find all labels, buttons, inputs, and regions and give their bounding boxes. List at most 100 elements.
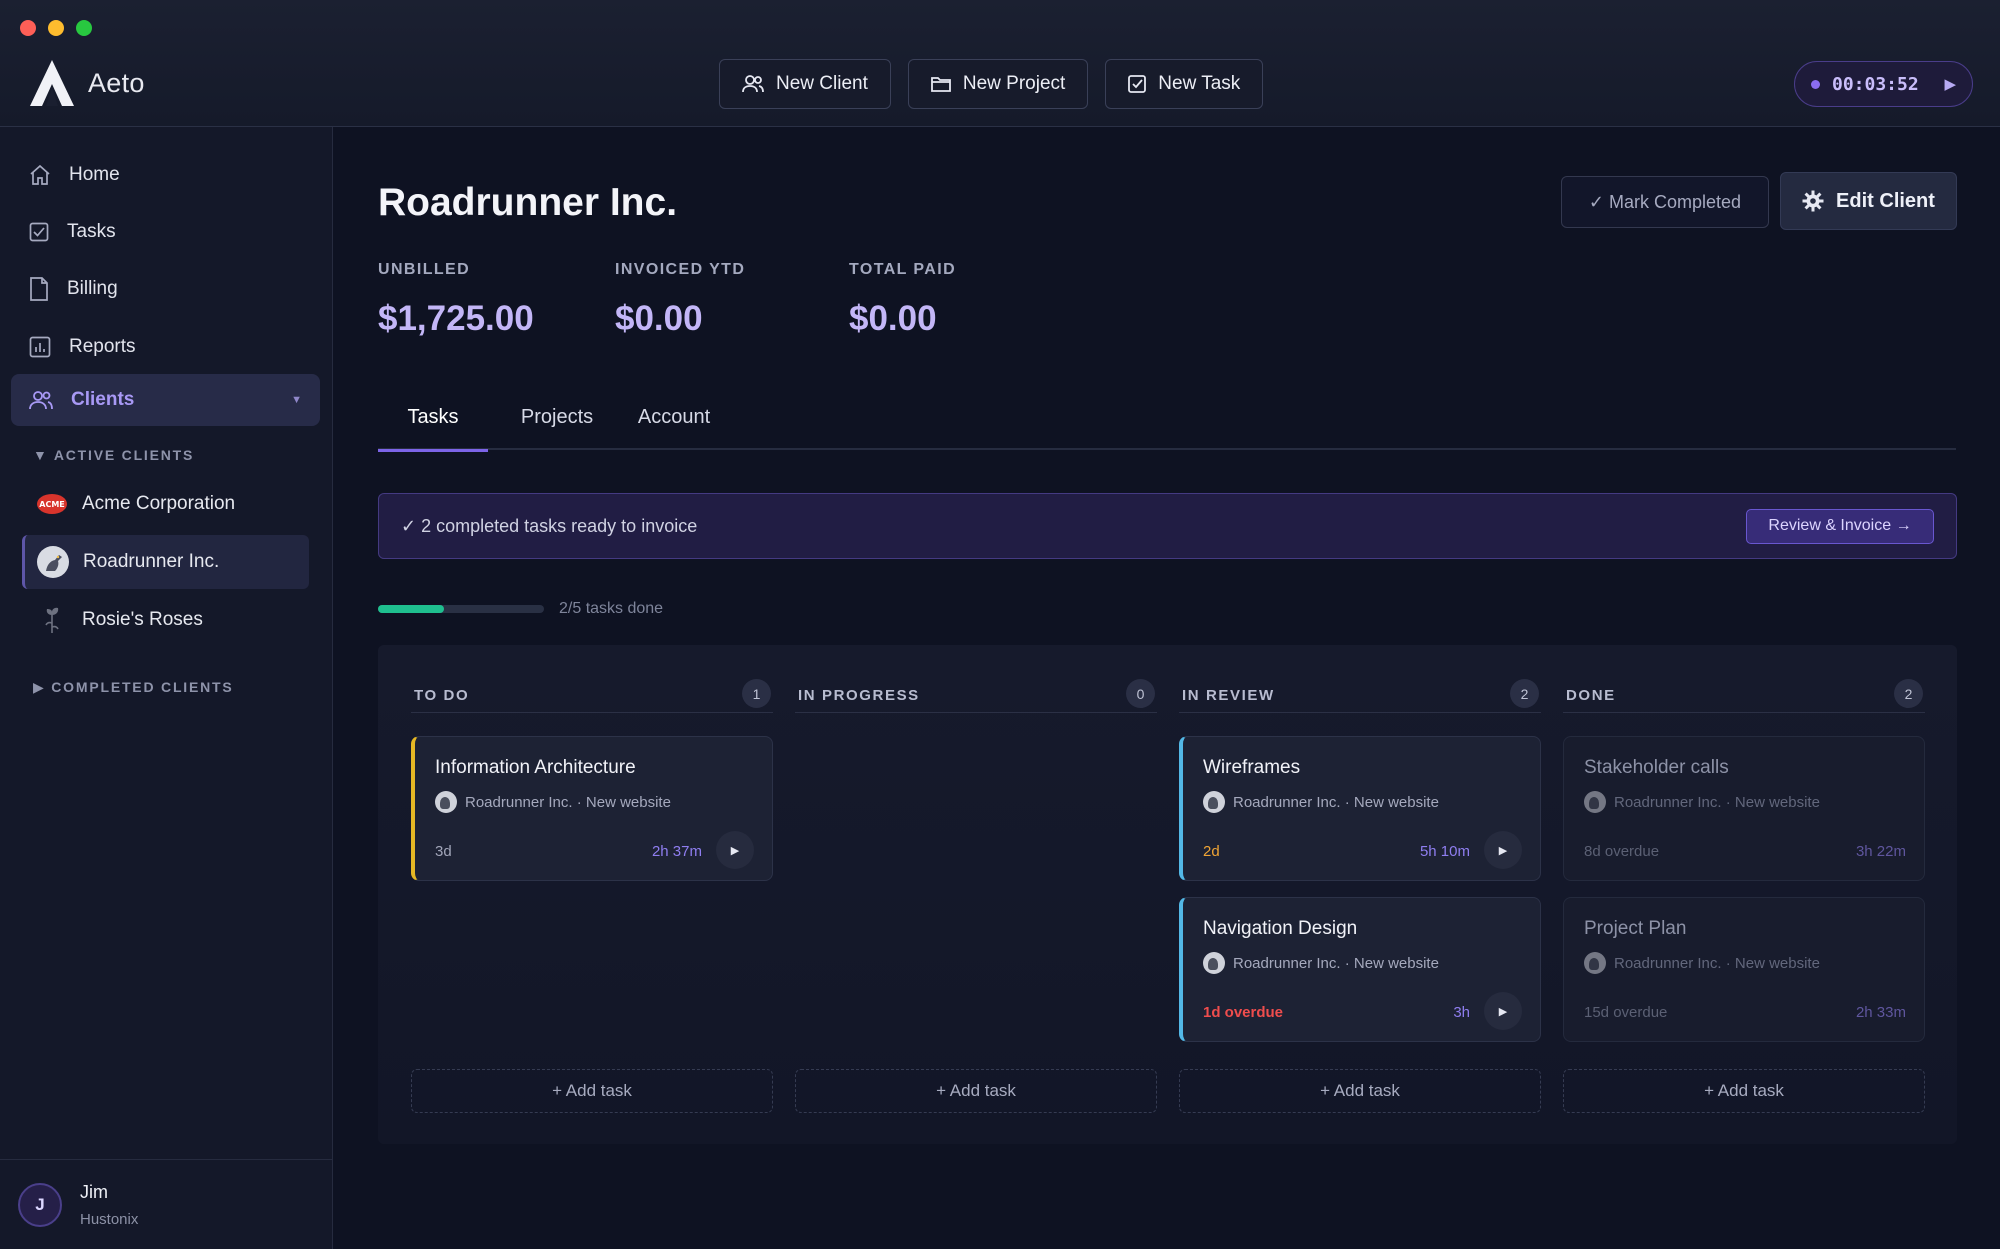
mark-completed-button[interactable]: ✓ Mark Completed bbox=[1561, 176, 1769, 228]
stat-label: INVOICED YTD bbox=[615, 261, 746, 278]
sidebar-item-reports[interactable]: Reports bbox=[11, 321, 320, 373]
task-client-project: Roadrunner Inc. · New website bbox=[1233, 954, 1439, 972]
task-time: 5h 10m bbox=[1419, 843, 1470, 860]
task-time: 3h 22m bbox=[1855, 843, 1906, 860]
chevron-down-icon[interactable]: ▼ bbox=[291, 394, 302, 406]
invoice-banner: ✓ 2 completed tasks ready to invoice Rev… bbox=[378, 493, 1957, 559]
column-title: IN REVIEW bbox=[1182, 687, 1275, 704]
task-title: Wireframes bbox=[1203, 757, 1301, 778]
avatar: J bbox=[18, 1182, 62, 1227]
start-timer-button[interactable]: ▶ bbox=[1484, 831, 1522, 869]
stat-value: $0.00 bbox=[615, 299, 703, 338]
column-header: IN PROGRESS 0 bbox=[795, 673, 1157, 713]
chevron-down-icon: ▼ bbox=[33, 447, 54, 463]
task-time: 2h 37m bbox=[651, 843, 702, 860]
start-timer-button[interactable]: ▶ bbox=[1484, 992, 1522, 1030]
maximize-window-button[interactable] bbox=[76, 20, 92, 36]
new-task-button[interactable]: New Task bbox=[1105, 59, 1264, 109]
column-title: IN PROGRESS bbox=[798, 687, 920, 704]
user-name: Jim bbox=[80, 1181, 108, 1202]
edit-client-label: Edit Client bbox=[1836, 189, 1935, 212]
client-item-acme[interactable]: ACME Acme Corporation bbox=[22, 477, 309, 531]
task-card[interactable]: Navigation Design Roadrunner Inc. · New … bbox=[1179, 897, 1541, 1042]
column-header: IN REVIEW 2 bbox=[1179, 673, 1541, 713]
sidebar-item-label: Reports bbox=[69, 336, 136, 357]
sidebar-item-label: Billing bbox=[67, 278, 118, 299]
task-meta: Roadrunner Inc. · New website bbox=[1203, 952, 1439, 974]
review-invoice-button[interactable]: Review & Invoice → bbox=[1746, 508, 1934, 544]
sidebar-item-billing[interactable]: Billing bbox=[11, 263, 320, 315]
column-count-badge: 2 bbox=[1894, 679, 1923, 708]
users-icon bbox=[29, 391, 53, 410]
column-title: DONE bbox=[1566, 687, 1616, 704]
new-task-label: New Task bbox=[1158, 73, 1241, 94]
task-due: 3d bbox=[435, 843, 452, 860]
add-task-button[interactable]: + Add task bbox=[1563, 1069, 1925, 1113]
column-count-badge: 1 bbox=[742, 679, 771, 708]
aeto-logo-icon bbox=[30, 60, 74, 106]
new-client-button[interactable]: New Client bbox=[719, 59, 891, 109]
page-title: Roadrunner Inc. bbox=[378, 181, 678, 224]
kanban-board: TO DO 1 Information Architecture Roadrun… bbox=[378, 645, 1957, 1144]
sidebar-item-clients[interactable]: Clients ▼ bbox=[11, 374, 320, 426]
folder-icon bbox=[930, 77, 951, 92]
sidebar-item-home[interactable]: Home bbox=[11, 149, 320, 201]
client-item-roadrunner[interactable]: Roadrunner Inc. bbox=[22, 535, 309, 589]
column-in-progress: IN PROGRESS 0 + Add task bbox=[795, 645, 1157, 1144]
new-project-label: New Project bbox=[962, 73, 1066, 94]
banner-text: ✓ 2 completed tasks ready to invoice bbox=[401, 515, 698, 536]
user-organization: Hustonix bbox=[80, 1210, 139, 1228]
add-task-button[interactable]: + Add task bbox=[411, 1069, 773, 1113]
user-profile[interactable]: J Jim Hustonix bbox=[0, 1159, 332, 1249]
start-timer-button[interactable]: ▶ bbox=[716, 831, 754, 869]
sidebar: Home Tasks Billing Reports Clients ▼ ▼ A… bbox=[0, 127, 333, 1249]
column-in-review: IN REVIEW 2 Wireframes Roadrunner Inc. ·… bbox=[1179, 645, 1541, 1144]
column-title: TO DO bbox=[414, 687, 470, 704]
window-controls bbox=[20, 20, 92, 36]
column-header: TO DO 1 bbox=[411, 673, 773, 713]
client-item-rosies-roses[interactable]: Rosie's Roses bbox=[22, 593, 309, 647]
minimize-window-button[interactable] bbox=[48, 20, 64, 36]
active-clients-toggle[interactable]: ▼ ACTIVE CLIENTS bbox=[33, 447, 194, 463]
add-task-button[interactable]: + Add task bbox=[795, 1069, 1157, 1113]
sidebar-item-label: Tasks bbox=[67, 221, 116, 242]
document-icon bbox=[30, 277, 48, 301]
app-header: Aeto New Client New Project New Task 00:… bbox=[0, 0, 2000, 127]
close-window-button[interactable] bbox=[20, 20, 36, 36]
add-task-button[interactable]: + Add task bbox=[1179, 1069, 1541, 1113]
task-card[interactable]: Information Architecture Roadrunner Inc.… bbox=[411, 736, 773, 881]
completed-clients-toggle[interactable]: ▶ COMPLETED CLIENTS bbox=[33, 679, 234, 696]
time-tracker[interactable]: 00:03:52 ▶ bbox=[1794, 61, 1973, 107]
users-icon bbox=[742, 75, 764, 93]
home-icon bbox=[30, 164, 50, 185]
progress-fill bbox=[378, 605, 445, 613]
column-todo: TO DO 1 Information Architecture Roadrun… bbox=[411, 645, 773, 1144]
tab-projects[interactable]: Projects bbox=[514, 402, 600, 450]
edit-client-button[interactable]: Edit Client bbox=[1780, 172, 1957, 230]
task-title: Navigation Design bbox=[1203, 918, 1358, 939]
task-client-project: Roadrunner Inc. · New website bbox=[1614, 954, 1820, 972]
app-name: Aeto bbox=[88, 67, 145, 98]
play-icon[interactable]: ▶ bbox=[1944, 75, 1956, 93]
sidebar-item-tasks[interactable]: Tasks bbox=[11, 206, 320, 258]
task-meta: Roadrunner Inc. · New website bbox=[435, 791, 671, 813]
stat-label: UNBILLED bbox=[378, 261, 471, 278]
stat-unbilled: UNBILLED $1,725.00 bbox=[378, 261, 534, 339]
tab-account[interactable]: Account bbox=[628, 402, 720, 450]
task-time: 2h 33m bbox=[1855, 1004, 1906, 1021]
stat-total-paid: TOTAL PAID $0.00 bbox=[849, 261, 956, 339]
tab-tasks[interactable]: Tasks bbox=[378, 402, 488, 452]
chevron-right-icon: ▶ bbox=[33, 679, 52, 695]
client-tabs: Tasks Projects Account bbox=[378, 402, 1956, 452]
task-card[interactable]: Project Plan Roadrunner Inc. · New websi… bbox=[1563, 897, 1925, 1042]
task-card[interactable]: Stakeholder calls Roadrunner Inc. · New … bbox=[1563, 736, 1925, 881]
brand[interactable]: Aeto bbox=[28, 58, 145, 108]
svg-text:ACME: ACME bbox=[39, 500, 65, 509]
column-count-badge: 2 bbox=[1510, 679, 1539, 708]
column-done: DONE 2 Stakeholder calls Roadrunner Inc.… bbox=[1563, 645, 1925, 1144]
task-card[interactable]: Wireframes Roadrunner Inc. · New website… bbox=[1179, 736, 1541, 881]
new-client-label: New Client bbox=[776, 73, 868, 94]
task-title: Project Plan bbox=[1584, 918, 1687, 939]
new-project-button[interactable]: New Project bbox=[907, 59, 1089, 109]
stat-invoiced-ytd: INVOICED YTD $0.00 bbox=[615, 261, 745, 339]
